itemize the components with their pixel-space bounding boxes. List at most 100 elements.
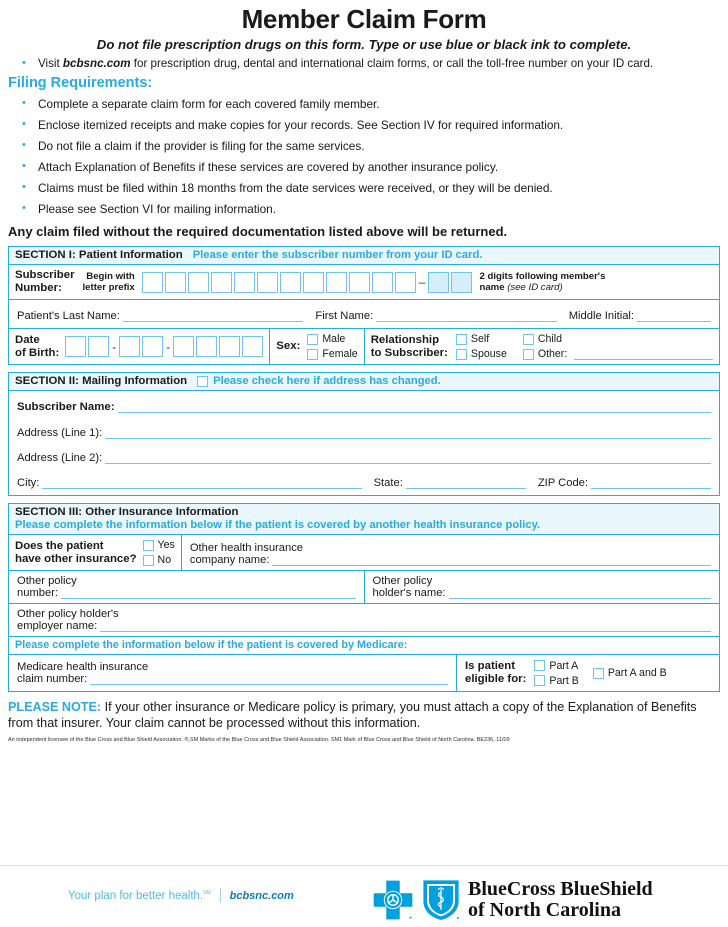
subscriber-number-box[interactable] <box>348 271 370 293</box>
checkbox-icon[interactable] <box>307 333 319 345</box>
sex-option-female-label: Female <box>322 348 358 361</box>
relationship-option-child[interactable]: Child <box>522 333 713 345</box>
requirement-text: Claims must be filed within 18 months fr… <box>38 181 553 195</box>
medicare-claim-number-input[interactable] <box>90 674 448 686</box>
dob-box[interactable] <box>173 336 195 358</box>
employer-line1: Other policy holder's <box>17 608 119 621</box>
subscriber-number-box[interactable] <box>394 271 416 293</box>
patient-name-row: Patient's Last Name: First Name: Middle … <box>9 300 719 330</box>
dob-box[interactable] <box>242 336 264 358</box>
city-state-zip-row: City: State: ZIP Code: <box>9 466 719 495</box>
eligible-label-line2: eligible for: <box>465 673 527 686</box>
medicare-claim-number-group: Medicare health insurance claim number: <box>9 655 457 692</box>
checkbox-icon[interactable] <box>142 554 154 566</box>
requirement-item: • Complete a separate claim form for each… <box>8 97 720 111</box>
subscriber-number-box[interactable] <box>141 271 163 293</box>
requirement-item: • Please see Section VI for mailing infor… <box>8 202 720 216</box>
checkbox-icon[interactable] <box>142 539 154 551</box>
other-policy-holder-input[interactable] <box>448 588 711 600</box>
dob-box[interactable] <box>196 336 218 358</box>
subscriber-number-box[interactable] <box>233 271 255 293</box>
section-2-heading: SECTION II: Mailing Information <box>15 375 188 388</box>
requirement-item: • Claims must be filed within 18 months f… <box>8 181 720 195</box>
checkbox-icon[interactable] <box>592 667 604 679</box>
medicare-note: Please complete the information below if… <box>9 636 719 656</box>
subscriber-number-box[interactable] <box>256 271 278 293</box>
subscriber-number-label: Subscriber Number: <box>9 265 79 299</box>
subscriber-name-row: Subscriber Name: <box>9 391 719 416</box>
company-label-line2: company name: <box>189 554 270 567</box>
medicare-part-a-and-b[interactable]: Part A and B <box>592 667 667 679</box>
date-of-birth-group: Date of Birth: -- <box>9 329 271 365</box>
please-note-label: PLEASE NOTE: <box>8 700 102 715</box>
zip-code-input[interactable] <box>591 478 711 489</box>
other-insurance-yes[interactable]: Yes <box>142 539 175 551</box>
address-line-1-input[interactable] <box>105 428 711 439</box>
subscriber-suffix-box[interactable] <box>428 271 450 293</box>
subscriber-number-box[interactable] <box>187 271 209 293</box>
dob-box[interactable] <box>142 336 164 358</box>
bullet-dot-icon: • <box>22 118 26 130</box>
dob-box[interactable] <box>119 336 141 358</box>
section-2-note: Please check here if address has changed… <box>213 375 441 388</box>
subscriber-number-box[interactable] <box>325 271 347 293</box>
checkbox-icon[interactable] <box>534 675 546 687</box>
footer-website-link[interactable]: bcbsnc.com <box>230 890 294 902</box>
subscriber-number-box[interactable] <box>164 271 186 293</box>
checkbox-icon[interactable] <box>522 333 534 345</box>
address-changed-option[interactable]: Please check here if address has changed… <box>197 375 441 387</box>
section-1-patient-information: SECTION I: Patient Information Please en… <box>8 246 720 366</box>
checkbox-icon[interactable] <box>307 348 319 360</box>
medicare-part-a[interactable]: Part A <box>534 660 578 672</box>
dob-box[interactable] <box>65 336 87 358</box>
bullet-dot-icon: • <box>22 97 26 109</box>
checkbox-icon[interactable] <box>455 333 467 345</box>
blue-cross-icon <box>373 880 413 920</box>
relationship-option-spouse[interactable]: Spouse <box>455 348 507 360</box>
middle-initial-input[interactable] <box>637 311 712 322</box>
subscriber-number-box[interactable] <box>210 271 232 293</box>
company-name-input[interactable] <box>272 555 711 567</box>
relationship-option-other[interactable]: Other: <box>522 348 713 361</box>
medicare-part-b[interactable]: Part B <box>534 675 579 687</box>
subscriber-number-box[interactable] <box>371 271 393 293</box>
dob-separator: - <box>166 339 171 354</box>
state-input[interactable] <box>405 478 526 489</box>
checkbox-icon[interactable] <box>197 375 209 387</box>
medicare-eligibility-group: Is patient eligible for: Part A Part B P… <box>457 655 719 691</box>
relationship-option-other-label: Other: <box>537 348 568 361</box>
visit-text-pre: Visit <box>38 57 63 70</box>
visit-text-post: for prescription drug, dental and intern… <box>130 57 654 70</box>
sex-option-male[interactable]: Male <box>307 333 357 345</box>
other-policy-number-input[interactable] <box>61 588 356 600</box>
subscriber-number-box[interactable] <box>279 271 301 293</box>
city-input[interactable] <box>42 478 362 489</box>
checkbox-icon[interactable] <box>534 660 546 672</box>
requirement-text: Complete a separate claim form for each … <box>38 97 380 111</box>
employer-name-input[interactable] <box>100 621 711 633</box>
relationship-other-input[interactable] <box>574 349 713 360</box>
begin-prefix-line1: Begin with <box>86 271 135 283</box>
subscriber-number-box[interactable] <box>302 271 324 293</box>
other-insurance-row: Does the patient have other insurance? Y… <box>9 535 719 572</box>
has-other-insurance-label: Does the patient have other insurance? <box>9 535 141 570</box>
address-line-1-label: Address (Line 1): <box>17 427 103 440</box>
first-name-input[interactable] <box>376 311 557 322</box>
checkbox-icon[interactable] <box>455 348 467 360</box>
claim-form-page: Member Claim Form Do not file prescripti… <box>0 4 728 927</box>
dob-box[interactable] <box>88 336 110 358</box>
address-line-2-input[interactable] <box>105 453 711 464</box>
sex-option-female[interactable]: Female <box>307 348 358 361</box>
dob-box[interactable] <box>219 336 241 358</box>
patient-last-name-input[interactable] <box>122 311 304 322</box>
checkbox-icon[interactable] <box>522 348 534 360</box>
other-insurance-no[interactable]: No <box>142 554 175 566</box>
other-policy-number-group: Other policy number: <box>9 571 365 604</box>
section-1-heading: SECTION I: Patient Information <box>15 249 183 261</box>
relationship-option-self[interactable]: Self <box>455 333 507 345</box>
patient-last-name-label: Patient's Last Name: <box>17 310 120 323</box>
bcbsnc-link[interactable]: bcbsnc.com <box>63 57 131 70</box>
subscriber-name-input[interactable] <box>117 402 711 414</box>
medicare-row: Medicare health insurance claim number: … <box>9 655 719 692</box>
subscriber-suffix-box[interactable] <box>451 271 473 293</box>
